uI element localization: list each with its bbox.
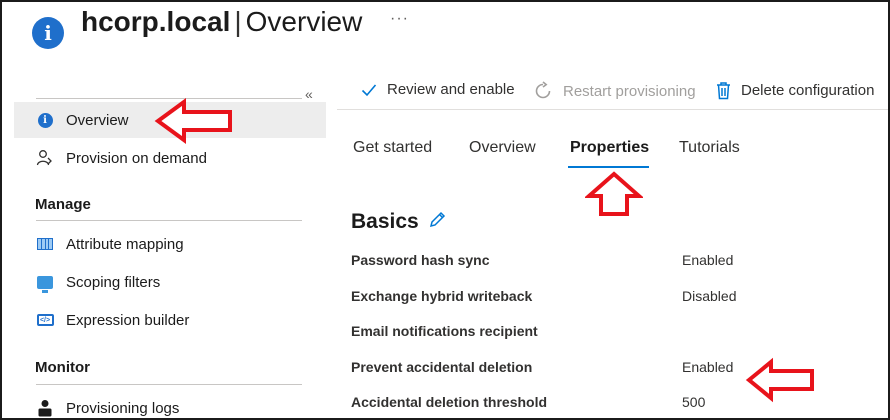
sidebar-item-label: Overview xyxy=(66,111,129,129)
delete-configuration-label: Delete configuration xyxy=(741,82,875,99)
sidebar-item-label: Expression builder xyxy=(66,311,190,329)
review-and-enable-button[interactable]: Review and enable xyxy=(361,81,515,98)
tab-overview[interactable]: Overview xyxy=(469,139,536,157)
edit-pencil-icon[interactable] xyxy=(429,210,446,234)
property-name: Accidental deletion threshold xyxy=(351,394,548,410)
info-icon: i xyxy=(34,111,56,129)
expression-builder-icon: </> xyxy=(34,311,56,329)
property-name: Exchange hybrid writeback xyxy=(351,288,533,304)
tab-properties[interactable]: Properties xyxy=(570,139,649,157)
more-options-button[interactable]: ··· xyxy=(390,10,409,28)
property-value: Enabled xyxy=(682,359,734,375)
toolbar-divider xyxy=(337,109,888,110)
attribute-mapping-icon xyxy=(34,235,56,253)
section-divider xyxy=(36,220,302,221)
provision-on-demand-icon xyxy=(34,149,56,167)
tab-tutorials[interactable]: Tutorials xyxy=(679,139,740,157)
property-row: Password hash sync Enabled xyxy=(351,252,871,272)
page-name: Overview xyxy=(245,6,363,37)
section-header-monitor: Monitor xyxy=(35,359,90,376)
property-name: Email notifications recipient xyxy=(351,323,538,339)
property-name: Password hash sync xyxy=(351,252,490,268)
annotation-arrow-properties xyxy=(585,171,643,216)
review-and-enable-label: Review and enable xyxy=(387,81,515,98)
property-value: Disabled xyxy=(682,288,737,304)
sidebar-item-attribute-mapping[interactable]: Attribute mapping xyxy=(14,226,326,262)
restart-provisioning-button[interactable]: Restart provisioning xyxy=(533,81,696,101)
restart-icon xyxy=(533,81,553,101)
tab-selection-indicator xyxy=(568,166,649,168)
provisioning-logs-icon xyxy=(34,399,56,417)
property-name: Prevent accidental deletion xyxy=(351,359,533,375)
restart-provisioning-label: Restart provisioning xyxy=(563,82,696,100)
title-separator: | xyxy=(234,6,242,37)
trash-icon xyxy=(716,81,731,100)
sidebar-item-label: Provision on demand xyxy=(66,149,207,167)
property-value: Enabled xyxy=(682,252,734,268)
sidebar-item-label: Attribute mapping xyxy=(66,235,184,253)
section-header-manage: Manage xyxy=(35,196,91,213)
property-value: 500 xyxy=(682,394,706,410)
sidebar-item-provision-on-demand[interactable]: Provision on demand xyxy=(14,140,326,176)
basics-section-header: Basics xyxy=(351,210,446,234)
sidebar-item-label: Provisioning logs xyxy=(66,399,180,417)
property-row: Exchange hybrid writeback Disabled xyxy=(351,288,871,308)
sidebar-item-scoping-filters[interactable]: Scoping filters xyxy=(14,264,326,300)
collapse-sidebar-button[interactable]: « xyxy=(305,86,313,102)
delete-configuration-button[interactable]: Delete configuration xyxy=(716,81,874,100)
annotation-arrow-overview xyxy=(154,98,232,144)
annotation-arrow-prevent-deletion xyxy=(745,357,814,403)
basics-title: Basics xyxy=(351,210,419,233)
screenshot-frame: i hcorp.local | Overview ··· « i Overview … xyxy=(0,0,890,420)
sidebar-item-expression-builder[interactable]: </> Expression builder xyxy=(14,302,326,338)
property-row: Email notifications recipient xyxy=(351,323,871,343)
sidebar-item-label: Scoping filters xyxy=(66,273,161,291)
tab-get-started[interactable]: Get started xyxy=(353,139,432,157)
sidebar-item-provisioning-logs[interactable]: Provisioning logs xyxy=(14,390,326,418)
info-icon: i xyxy=(32,17,64,49)
section-divider xyxy=(36,384,302,385)
checkmark-icon xyxy=(361,83,377,97)
page-title: hcorp.local | Overview xyxy=(81,6,362,38)
site-name: hcorp.local xyxy=(81,6,231,37)
scoping-filters-icon xyxy=(34,273,56,293)
